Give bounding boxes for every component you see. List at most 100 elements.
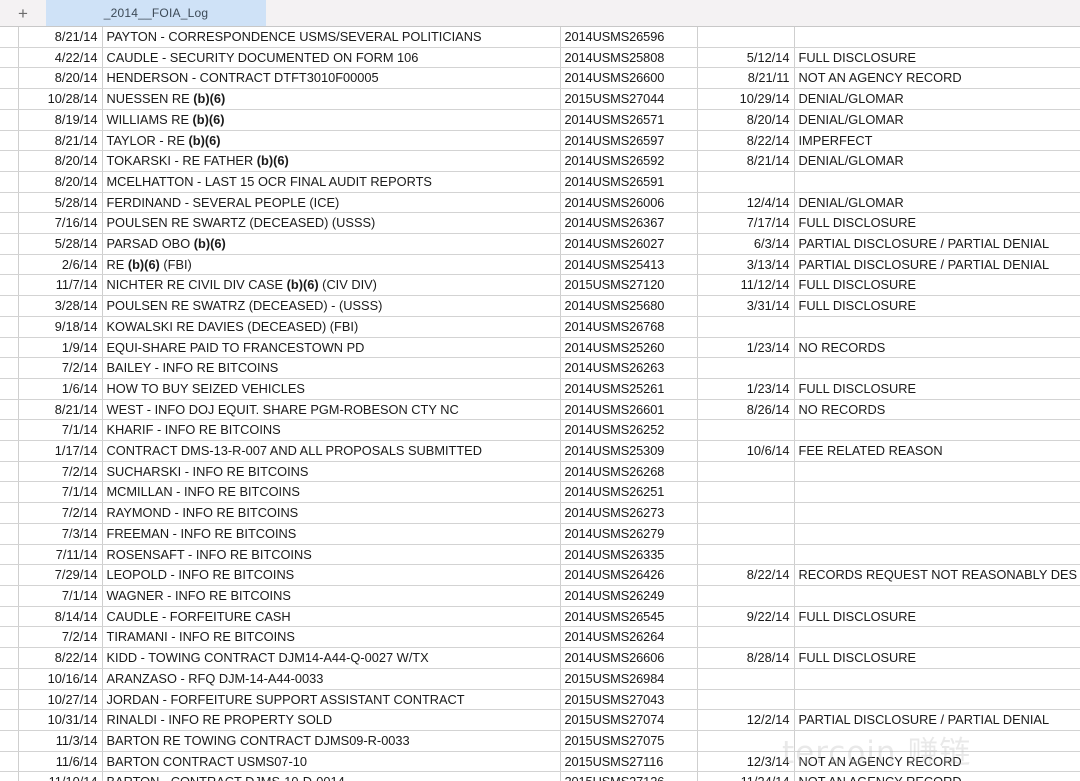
row-gutter-cell[interactable] [0, 461, 19, 483]
cell-desc[interactable]: ARANZASO - RFQ DJM-14-A44-0033 [102, 668, 561, 690]
cell-close[interactable] [697, 171, 795, 193]
row-gutter-cell[interactable] [0, 357, 19, 379]
cell-case[interactable]: 2014USMS26006 [560, 192, 698, 214]
cell-recv[interactable]: 7/11/14 [18, 544, 103, 566]
row-gutter-cell[interactable] [0, 419, 19, 442]
cell-disp[interactable] [794, 668, 1080, 690]
cell-disp[interactable]: NO RECORDS [794, 399, 1080, 421]
cell-close[interactable] [697, 357, 795, 379]
cell-disp[interactable]: FULL DISCLOSURE [794, 606, 1080, 628]
cell-case[interactable]: 2014USMS25261 [560, 378, 698, 400]
row-gutter-cell[interactable] [0, 47, 19, 69]
cell-recv[interactable]: 11/6/14 [18, 751, 103, 773]
cell-recv[interactable]: 7/1/14 [18, 419, 103, 442]
cell-recv[interactable]: 7/2/14 [18, 502, 103, 524]
cell-close[interactable] [697, 502, 795, 524]
cell-case[interactable]: 2014USMS25413 [560, 254, 698, 276]
cell-close[interactable] [697, 481, 795, 504]
cell-case[interactable]: 2014USMS26591 [560, 171, 698, 193]
cell-recv[interactable]: 8/20/14 [18, 67, 103, 90]
table-row[interactable]: 11/7/14 NICHTER RE CIVIL DIV CASE (b)(6) … [0, 274, 1080, 297]
cell-desc[interactable]: BARTON RE TOWING CONTRACT DJMS09-R-0033 [102, 730, 561, 752]
cell-recv[interactable]: 5/28/14 [18, 192, 103, 214]
cell-close[interactable]: 3/13/14 [697, 254, 795, 276]
row-gutter-cell[interactable] [0, 751, 19, 773]
cell-close[interactable] [697, 626, 795, 649]
cell-disp[interactable]: FULL DISCLOSURE [794, 647, 1080, 669]
row-gutter-cell[interactable] [0, 274, 19, 297]
cell-close[interactable]: 8/26/14 [697, 399, 795, 421]
cell-desc[interactable]: HENDERSON - CONTRACT DTFT3010F00005 [102, 67, 561, 90]
cell-recv[interactable]: 7/16/14 [18, 212, 103, 235]
cell-case[interactable]: 2014USMS26273 [560, 502, 698, 524]
row-gutter-cell[interactable] [0, 233, 19, 255]
row-gutter-cell[interactable] [0, 254, 19, 276]
row-gutter-cell[interactable] [0, 399, 19, 421]
cell-desc[interactable]: CONTRACT DMS-13-R-007 AND ALL PROPOSALS … [102, 440, 561, 462]
cell-recv[interactable]: 7/3/14 [18, 523, 103, 545]
cell-disp[interactable] [794, 585, 1080, 607]
cell-disp[interactable]: DENIAL/GLOMAR [794, 88, 1080, 110]
cell-desc[interactable]: SUCHARSKI - INFO RE BITCOINS [102, 461, 561, 483]
cell-desc[interactable]: RE (b)(6) (FBI) [102, 254, 561, 276]
cell-case[interactable]: 2014USMS26367 [560, 212, 698, 235]
cell-desc[interactable]: NUESSEN RE (b)(6) [102, 88, 561, 110]
cell-case[interactable]: 2014USMS26592 [560, 150, 698, 172]
cell-disp[interactable] [794, 626, 1080, 649]
cell-desc[interactable]: LEOPOLD - INFO RE BITCOINS [102, 564, 561, 586]
cell-close[interactable] [697, 585, 795, 607]
cell-desc[interactable]: EQUI-SHARE PAID TO FRANCESTOWN PD [102, 337, 561, 359]
table-row[interactable]: 8/20/14 HENDERSON - CONTRACT DTFT3010F000… [0, 67, 1080, 90]
cell-close[interactable] [697, 419, 795, 442]
cell-recv[interactable]: 8/21/14 [18, 399, 103, 421]
cell-close[interactable] [697, 27, 795, 48]
cell-recv[interactable]: 7/2/14 [18, 461, 103, 483]
cell-desc[interactable]: KHARIF - INFO RE BITCOINS [102, 419, 561, 442]
table-row[interactable]: 7/1/14 KHARIF - INFO RE BITCOINS 2014USMS2… [0, 419, 1080, 442]
new-sheet-button[interactable]: + [0, 0, 46, 26]
cell-close[interactable]: 10/6/14 [697, 440, 795, 462]
cell-case[interactable]: 2015USMS27044 [560, 88, 698, 110]
cell-case[interactable]: 2014USMS26251 [560, 481, 698, 504]
cell-desc[interactable]: POULSEN RE SWATRZ (DECEASED) - (USSS) [102, 295, 561, 317]
cell-desc[interactable]: NICHTER RE CIVIL DIV CASE (b)(6) (CIV DI… [102, 274, 561, 297]
cell-disp[interactable] [794, 419, 1080, 442]
cell-close[interactable]: 1/23/14 [697, 337, 795, 359]
table-row[interactable]: 8/21/14 PAYTON - CORRESPONDENCE USMS/SEVE… [0, 27, 1080, 48]
cell-recv[interactable]: 9/18/14 [18, 316, 103, 338]
table-row[interactable]: 8/20/14 TOKARSKI - RE FATHER (b)(6) 2014US… [0, 150, 1080, 172]
cell-desc[interactable]: FREEMAN - INFO RE BITCOINS [102, 523, 561, 545]
cell-close[interactable] [697, 668, 795, 690]
cell-recv[interactable]: 7/2/14 [18, 626, 103, 649]
row-gutter-cell[interactable] [0, 502, 19, 524]
cell-disp[interactable]: RECORDS REQUEST NOT REASONABLY DES [794, 564, 1080, 586]
cell-close[interactable] [697, 316, 795, 338]
cell-desc[interactable]: RINALDI - INFO RE PROPERTY SOLD [102, 709, 561, 731]
cell-disp[interactable]: FULL DISCLOSURE [794, 47, 1080, 69]
cell-recv[interactable]: 1/17/14 [18, 440, 103, 462]
table-row[interactable]: 7/2/14 TIRAMANI - INFO RE BITCOINS 2014USM… [0, 626, 1080, 649]
table-row[interactable]: 8/22/14 KIDD - TOWING CONTRACT DJM14-A44-… [0, 647, 1080, 669]
row-gutter-cell[interactable] [0, 523, 19, 545]
cell-recv[interactable]: 10/16/14 [18, 668, 103, 690]
cell-case[interactable]: 2014USMS26571 [560, 109, 698, 131]
cell-close[interactable]: 9/22/14 [697, 606, 795, 628]
cell-close[interactable]: 12/4/14 [697, 192, 795, 214]
row-gutter-cell[interactable] [0, 606, 19, 628]
table-row[interactable]: 7/1/14 MCMILLAN - INFO RE BITCOINS 2014USM… [0, 481, 1080, 504]
cell-desc[interactable]: WILLIAMS RE (b)(6) [102, 109, 561, 131]
cell-case[interactable]: 2015USMS27120 [560, 274, 698, 297]
cell-case[interactable]: 2015USMS27074 [560, 709, 698, 731]
cell-case[interactable]: 2014USMS26027 [560, 233, 698, 255]
cell-close[interactable]: 12/3/14 [697, 751, 795, 773]
cell-disp[interactable]: DENIAL/GLOMAR [794, 192, 1080, 214]
table-row[interactable]: 8/20/14 MCELHATTON - LAST 15 OCR FINAL AU… [0, 171, 1080, 193]
cell-recv[interactable]: 8/22/14 [18, 647, 103, 669]
cell-case[interactable]: 2015USMS27043 [560, 689, 698, 711]
cell-disp[interactable] [794, 171, 1080, 193]
cell-disp[interactable] [794, 357, 1080, 379]
cell-desc[interactable]: KOWALSKI RE DAVIES (DECEASED) (FBI) [102, 316, 561, 338]
cell-desc[interactable]: PARSAD OBO (b)(6) [102, 233, 561, 255]
cell-desc[interactable]: MCELHATTON - LAST 15 OCR FINAL AUDIT REP… [102, 171, 561, 193]
cell-close[interactable] [697, 544, 795, 566]
